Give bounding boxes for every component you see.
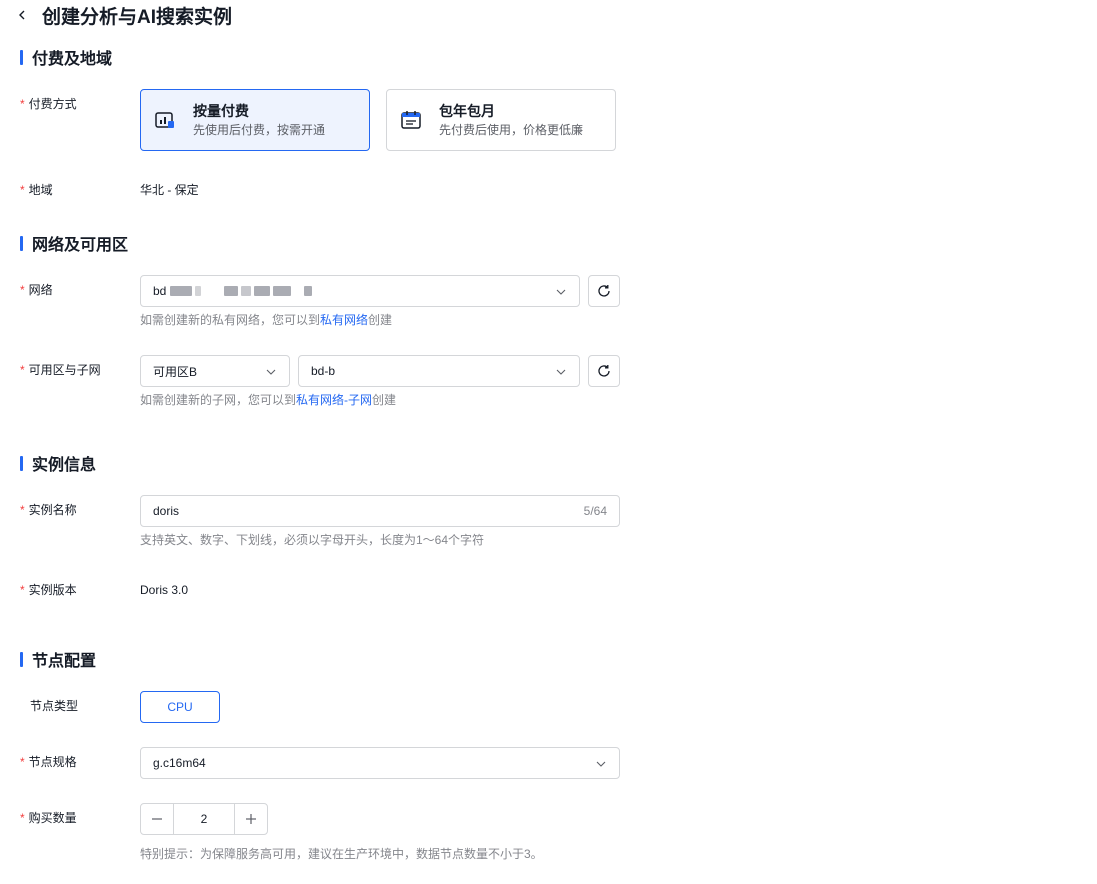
pay-option-title: 按量付费 [193,103,249,119]
region-label: * 地域 [20,180,53,200]
quantity-stepper: 2 [140,803,268,835]
required-asterisk: * [20,503,25,517]
hint-text: 创建 [372,393,397,407]
label-text: 节点规格 [28,755,77,769]
refresh-vpc-button[interactable] [588,275,620,307]
section-title-instance: 实例信息 [20,453,97,474]
required-asterisk: * [20,97,25,111]
region-value: 华北 - 保定 [140,183,199,197]
hint-text: 如需创建新的子网，您可以到 [140,393,297,407]
required-asterisk: * [20,755,25,769]
vpc-link[interactable]: 私有网络 [320,313,368,327]
pay-option-title: 包年包月 [439,103,495,119]
node-spec-label: * 节点规格 [20,752,77,772]
pay-option-desc: 先付费后使用，价格更低廉 [439,123,584,137]
label-text: 网络 [28,283,53,297]
subnet-select[interactable]: bd-b [298,355,580,387]
required-asterisk: * [20,283,25,297]
subnet-hint: 如需创建新的子网，您可以到私有网络-子网创建 [140,391,396,409]
section-accent-bar [20,651,23,667]
instance-version-label: * 实例版本 [20,580,77,600]
node-spec-select[interactable]: g.c16m64 [140,747,620,779]
section-title-node: 节点配置 [20,649,97,670]
increment-button[interactable] [235,804,267,834]
chevron-down-icon [556,369,566,375]
plus-icon [246,814,256,824]
section-title-text: 实例信息 [32,457,97,474]
billing-mode-label: * 付费方式 [20,94,77,114]
back-arrow-icon[interactable] [14,7,30,23]
pay-option-text: 按量付费 先使用后付费，按需开通 [193,101,325,139]
decrement-button[interactable] [141,804,173,834]
zone-select-value: 可用区B [153,364,198,379]
label-text: 付费方式 [28,97,77,111]
calendar-icon [400,109,422,131]
redacted-block [170,286,315,296]
subnet-link[interactable]: 私有网络-子网 [296,393,372,407]
section-title-text: 网络及可用区 [32,237,129,254]
instance-version-value: Doris 3.0 [140,583,189,597]
refresh-icon [598,285,610,297]
node-spec-value: g.c16m64 [153,756,206,770]
vpc-hint: 如需创建新的私有网络，您可以到私有网络创建 [140,311,392,329]
hint-text: 创建 [368,313,393,327]
vpc-select-value: bd [153,284,167,298]
required-asterisk: * [20,183,25,197]
label-text: 购买数量 [28,811,77,825]
node-type-label: 节点类型 [30,699,79,713]
section-accent-bar [20,235,23,251]
instance-name-input[interactable]: doris 5/64 [140,495,620,527]
section-accent-bar [20,455,23,471]
pay-option-postpaid[interactable]: 按量付费 先使用后付费，按需开通 [140,89,370,151]
pay-option-prepaid[interactable]: 包年包月 先付费后使用，价格更低廉 [386,89,616,151]
required-asterisk: * [20,583,25,597]
quantity-value[interactable]: 2 [173,804,235,834]
hint-text: 如需创建新的私有网络，您可以到 [140,313,321,327]
quantity-label: * 购买数量 [20,808,77,828]
instance-name-value: doris [153,504,180,518]
section-title-text: 节点配置 [32,653,97,670]
pay-option-desc: 先使用后付费，按需开通 [193,123,326,137]
label-text: 可用区与子网 [28,363,101,377]
refresh-subnet-button[interactable] [588,355,620,387]
section-title-text: 付费及地域 [32,51,113,68]
node-type-cpu-button[interactable]: CPU [140,691,220,723]
instance-name-label: * 实例名称 [20,500,77,520]
subnet-select-value: bd-b [311,364,336,378]
quantity-hint: 特别提示：为保障服务高可用，建议在生产环境中，数据节点数量不小于3。 [140,847,543,861]
chevron-down-icon [266,369,276,375]
label-text: 地域 [28,183,53,197]
required-asterisk: * [20,363,25,377]
bar-chart-icon [154,109,176,131]
zone-label: * 可用区与子网 [20,360,101,380]
zone-select[interactable]: 可用区B [140,355,290,387]
label-text: 实例名称 [28,503,77,517]
page-title: 创建分析与AI搜索实例 [42,6,233,28]
minus-icon [152,818,162,820]
section-title-network: 网络及可用区 [20,233,129,254]
pay-option-text: 包年包月 先付费后使用，价格更低廉 [439,101,583,139]
page-header: 创建分析与AI搜索实例 [14,0,232,30]
refresh-icon [598,365,610,377]
required-asterisk: * [20,811,25,825]
chevron-down-icon [596,761,606,767]
chevron-down-icon [556,289,566,295]
label-text: 实例版本 [28,583,77,597]
vpc-label: * 网络 [20,280,53,300]
char-counter: 5/64 [583,504,607,518]
vpc-select[interactable]: bd [140,275,580,307]
instance-name-hint: 支持英文、数字、下划线，必须以字母开头，长度为1～64个字符 [140,533,485,547]
section-accent-bar [20,49,23,65]
section-title-billing: 付费及地域 [20,47,113,68]
